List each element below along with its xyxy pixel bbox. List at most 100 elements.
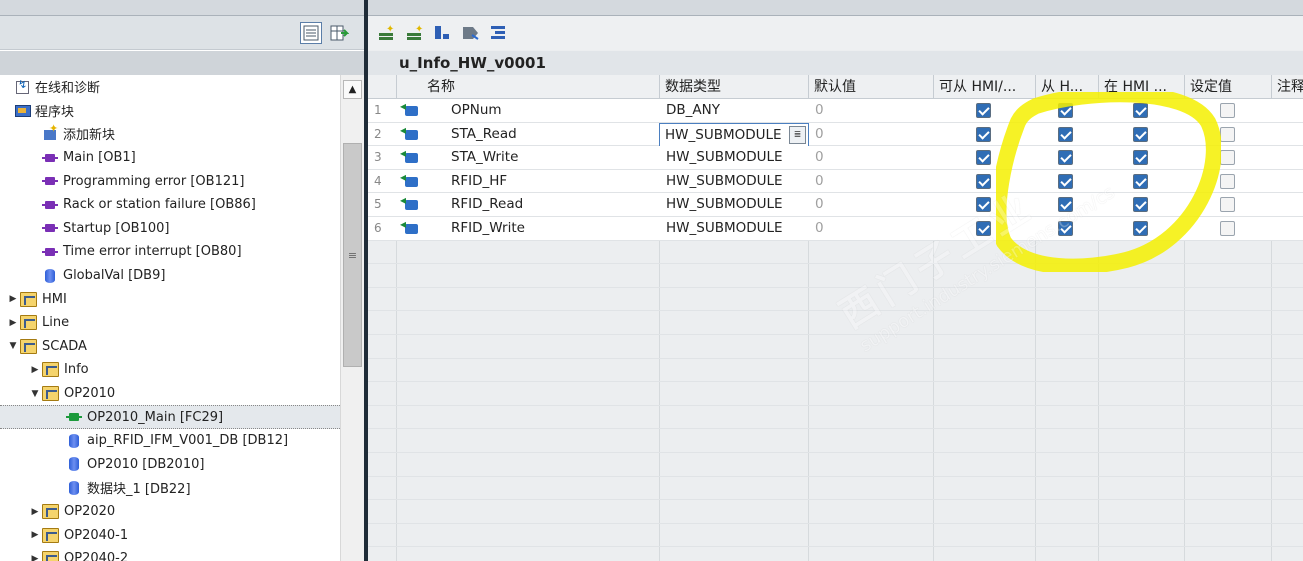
snapshot-icon[interactable] [460,23,482,43]
hmi-visible-checkbox[interactable] [1133,197,1148,213]
param-datatype[interactable]: HW_SUBMODULE [666,170,806,193]
hmi-writable-checkbox[interactable] [1058,150,1073,166]
tree-item[interactable]: Main [OB1] [0,146,340,170]
hmi-visible-checkbox[interactable] [1133,126,1148,142]
tree-item[interactable]: ▼ SCADA [0,335,340,359]
expand-arrow-icon[interactable]: ▶ [6,316,20,330]
setpoint-checkbox[interactable] [1220,126,1235,142]
grid-export-icon[interactable] [328,22,350,44]
tree-item[interactable]: ▶ OP2020 [0,500,340,524]
column-header[interactable]: 默认值 [809,75,934,99]
column-header[interactable]: 数据类型 [660,75,809,99]
tree-item[interactable]: GlobalVal [DB9] [0,264,340,288]
param-name[interactable]: STA_Read [451,123,651,146]
initial-values-icon[interactable] [432,23,454,43]
param-name[interactable]: STA_Write [451,146,651,169]
collapse-arrow-icon[interactable]: ▼ [6,339,20,353]
table-row[interactable]: 1 OPNum DB_ANY 0 [368,99,1303,123]
datatype-dropdown-icon[interactable]: ≣ [789,125,806,144]
hmi-writable-checkbox[interactable] [1058,126,1073,142]
param-default-value[interactable]: 0 [815,217,925,240]
hmi-writable-checkbox[interactable] [1058,197,1073,213]
expand-arrow-icon[interactable]: ▶ [28,363,42,377]
row-number: 5 [374,197,382,212]
column-header[interactable]: 从 H... [1036,75,1099,99]
tree-item[interactable]: Startup [OB100] [0,217,340,241]
tree-item[interactable]: 程序块 [0,99,340,123]
tree-item[interactable]: ▶ OP2040-2 [0,547,340,561]
setpoint-checkbox[interactable] [1220,221,1235,236]
hmi-visible-checkbox[interactable] [1133,103,1148,118]
table-row[interactable]: 5 RFID_Read HW_SUBMODULE 0 [368,193,1303,217]
tree-item[interactable]: 在线和诊断 [0,75,340,99]
tree-item[interactable]: ▶ HMI [0,287,340,311]
collapse-arrow-icon[interactable]: ▼ [28,387,42,401]
tree-item[interactable]: ▶ Info [0,358,340,382]
setpoint-checkbox[interactable] [1220,197,1235,213]
expand-arrow-icon[interactable]: ▶ [28,505,42,519]
column-header[interactable]: 注释 [1272,75,1303,99]
column-header[interactable]: 可从 HMI/... [934,75,1036,99]
hmi-accessible-checkbox[interactable] [976,173,991,189]
tree-item[interactable]: Time error interrupt [OB80] [0,240,340,264]
add-row-icon[interactable]: ✦ [404,23,426,43]
hmi-accessible-checkbox[interactable] [976,150,991,166]
scroll-up-button[interactable]: ▲ [343,80,362,99]
hmi-writable-checkbox[interactable] [1058,173,1073,189]
hmi-accessible-checkbox[interactable] [976,197,991,213]
table-row[interactable]: 2 STA_Read HW_SUBMODULE ≣ 0 [368,122,1303,147]
tree-item[interactable]: ▶ OP2040-1 [0,523,340,547]
scroll-thumb[interactable]: ≡ [343,143,362,367]
param-name[interactable]: RFID_Write [451,217,651,240]
setpoint-checkbox[interactable] [1220,150,1235,166]
param-default-value[interactable]: 0 [815,170,925,193]
expand-all-icon[interactable] [488,23,510,43]
param-datatype[interactable]: HW_SUBMODULE [666,217,806,240]
tree-item[interactable]: ▶ Line [0,311,340,335]
column-header[interactable] [368,75,397,99]
param-name[interactable]: RFID_HF [451,170,651,193]
column-header[interactable]: 名称 [397,75,660,99]
hmi-writable-checkbox[interactable] [1058,221,1073,236]
param-default-value[interactable]: 0 [815,146,925,169]
param-default-value[interactable]: 0 [815,193,925,216]
tree-scrollbar[interactable]: ▲ ≡ [340,75,364,561]
folder-icon [20,291,37,307]
insert-row-icon[interactable]: ✦ [376,23,398,43]
hmi-visible-checkbox[interactable] [1133,150,1148,166]
overview-view-icon[interactable] [300,22,322,44]
param-default-value[interactable]: 0 [815,99,925,122]
column-header[interactable]: 在 HMI ... [1099,75,1185,99]
expand-arrow-icon[interactable]: ▶ [28,552,42,561]
expand-arrow-icon[interactable]: ▶ [28,528,42,542]
setpoint-checkbox[interactable] [1220,103,1235,118]
column-header[interactable]: 设定值 [1185,75,1272,99]
tree-item[interactable]: OP2010_Main [FC29] [0,405,340,429]
hmi-accessible-checkbox[interactable] [976,126,991,142]
table-row[interactable]: 4 RFID_HF HW_SUBMODULE 0 [368,169,1303,194]
param-datatype[interactable]: DB_ANY [666,99,806,122]
hmi-accessible-checkbox[interactable] [976,103,991,118]
tree-item-label: OP2040-1 [64,527,129,543]
tree-item[interactable]: Programming error [OB121] [0,169,340,193]
setpoint-checkbox[interactable] [1220,173,1235,189]
hmi-visible-checkbox[interactable] [1133,173,1148,189]
hmi-accessible-checkbox[interactable] [976,221,991,236]
datatype-edit-field[interactable]: HW_SUBMODULE ≣ [659,122,809,147]
table-row[interactable]: 6 RFID_Write HW_SUBMODULE 0 [368,217,1303,241]
hmi-writable-checkbox[interactable] [1058,103,1073,118]
param-datatype[interactable]: HW_SUBMODULE [666,146,806,169]
tree-item[interactable]: aip_RFID_IFM_V001_DB [DB12] [0,429,340,453]
tree-item[interactable]: OP2010 [DB2010] [0,453,340,477]
expand-arrow-icon[interactable]: ▶ [6,292,20,306]
param-name[interactable]: RFID_Read [451,193,651,216]
param-name[interactable]: OPNum [451,99,651,122]
hmi-visible-checkbox[interactable] [1133,221,1148,236]
param-datatype[interactable]: HW_SUBMODULE [666,193,806,216]
tree-item[interactable]: ▼ OP2010 [0,382,340,406]
tree-item[interactable]: Rack or station failure [OB86] [0,193,340,217]
param-default-value[interactable]: 0 [815,123,925,146]
tree-item[interactable]: 数据块_1 [DB22] [0,476,340,500]
tree-item[interactable]: 添加新块 [0,122,340,146]
table-row[interactable]: 3 STA_Write HW_SUBMODULE 0 [368,146,1303,170]
